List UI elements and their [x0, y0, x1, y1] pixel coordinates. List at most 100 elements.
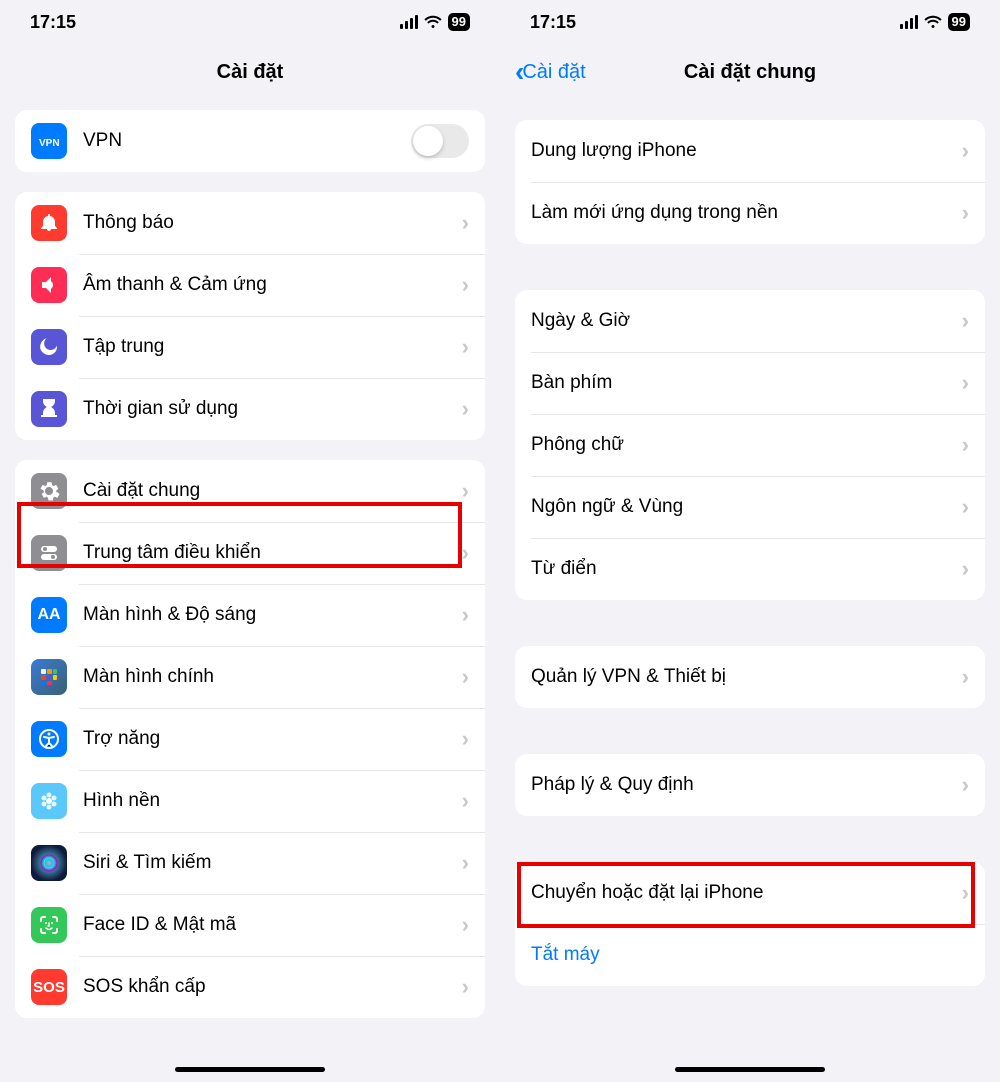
row-vpn-device[interactable]: Quản lý VPN & Thiết bị › [515, 646, 985, 708]
row-label: Ngày & Giờ [531, 310, 962, 332]
row-label: Face ID & Mật mã [83, 914, 462, 936]
row-language[interactable]: Ngôn ngữ & Vùng › [515, 476, 985, 538]
vpn-icon: VPN [31, 123, 67, 159]
row-fonts[interactable]: Phông chữ › [515, 414, 985, 476]
gear-icon [31, 473, 67, 509]
page-title: Cài đặt [217, 61, 284, 84]
chevron-right-icon: › [462, 602, 469, 628]
row-wallpaper[interactable]: Hình nền › [15, 770, 485, 832]
home-indicator[interactable] [175, 1067, 325, 1072]
chevron-right-icon: › [462, 664, 469, 690]
row-accessibility[interactable]: Trợ năng › [15, 708, 485, 770]
status-bar: 17:15 99 [500, 0, 1000, 44]
flower-icon [31, 783, 67, 819]
row-label: Siri & Tìm kiếm [83, 852, 462, 874]
chevron-right-icon: › [462, 912, 469, 938]
row-label: Từ điển [531, 558, 962, 580]
chevron-right-icon: › [962, 772, 969, 798]
status-right: 99 [400, 13, 470, 31]
row-label: Bàn phím [531, 372, 962, 394]
speaker-icon [31, 267, 67, 303]
toggles-icon [31, 535, 67, 571]
row-label: Dung lượng iPhone [531, 140, 962, 162]
faceid-icon [31, 907, 67, 943]
chevron-right-icon: › [962, 432, 969, 458]
wifi-icon [423, 15, 443, 29]
row-transfer-reset[interactable]: Chuyển hoặc đặt lại iPhone › [515, 862, 985, 924]
chevron-right-icon: › [962, 370, 969, 396]
siri-icon [31, 845, 67, 881]
row-label: Tắt máy [531, 944, 969, 966]
home-indicator[interactable] [675, 1067, 825, 1072]
sos-icon: SOS [31, 969, 67, 1005]
chevron-right-icon: › [462, 334, 469, 360]
nav-header: ‹ Cài đặt Cài đặt chung [500, 44, 1000, 100]
status-right: 99 [900, 13, 970, 31]
row-sounds[interactable]: Âm thanh & Cảm ứng › [15, 254, 485, 316]
row-label: Âm thanh & Cảm ứng [83, 274, 462, 296]
battery-badge: 99 [948, 13, 970, 31]
battery-badge: 99 [448, 13, 470, 31]
row-siri[interactable]: Siri & Tìm kiếm › [15, 832, 485, 894]
row-notifications[interactable]: Thông báo › [15, 192, 485, 254]
bell-icon [31, 205, 67, 241]
row-legal[interactable]: Pháp lý & Quy định › [515, 754, 985, 816]
chevron-right-icon: › [462, 850, 469, 876]
row-focus[interactable]: Tập trung › [15, 316, 485, 378]
row-label: Pháp lý & Quy định [531, 774, 962, 796]
row-label: Quản lý VPN & Thiết bị [531, 666, 962, 688]
moon-icon [31, 329, 67, 365]
row-shutdown[interactable]: Tắt máy [515, 924, 985, 986]
group-notifications: Thông báo › Âm thanh & Cảm ứng › Tập tru… [15, 192, 485, 440]
row-keyboard[interactable]: Bàn phím › [515, 352, 985, 414]
nav-header: Cài đặt [0, 44, 500, 100]
row-display[interactable]: AA Màn hình & Độ sáng › [15, 584, 485, 646]
vpn-toggle[interactable] [411, 124, 469, 158]
group-reset: Chuyển hoặc đặt lại iPhone › Tắt máy [515, 862, 985, 986]
screen-settings: 17:15 99 Cài đặt VPN VPN [0, 0, 500, 1082]
row-label: Trợ năng [83, 728, 462, 750]
group-datetime: Ngày & Giờ › Bàn phím › Phông chữ › Ngôn… [515, 290, 985, 600]
row-label: Làm mới ứng dụng trong nền [531, 202, 962, 224]
group-legal: Pháp lý & Quy định › [515, 754, 985, 816]
hourglass-icon [31, 391, 67, 427]
screen-general: 17:15 99 ‹ Cài đặt Cài đặt chung Dung lư… [500, 0, 1000, 1082]
app-grid-icon [31, 659, 67, 695]
row-label: Chuyển hoặc đặt lại iPhone [531, 882, 962, 904]
chevron-right-icon: › [962, 664, 969, 690]
wifi-icon [923, 15, 943, 29]
row-label: Hình nền [83, 790, 462, 812]
back-label: Cài đặt [522, 61, 585, 84]
back-button[interactable]: ‹ Cài đặt [515, 58, 586, 86]
row-screentime[interactable]: Thời gian sử dụng › [15, 378, 485, 440]
group-vpn: VPN VPN [15, 110, 485, 172]
row-label: Thời gian sử dụng [83, 398, 462, 420]
row-general[interactable]: Cài đặt chung › [15, 460, 485, 522]
status-time: 17:15 [30, 12, 76, 33]
chevron-right-icon: › [462, 974, 469, 1000]
accessibility-icon [31, 721, 67, 757]
chevron-right-icon: › [962, 200, 969, 226]
cellular-signal-icon [900, 15, 918, 29]
chevron-right-icon: › [962, 556, 969, 582]
chevron-right-icon: › [962, 308, 969, 334]
chevron-right-icon: › [462, 540, 469, 566]
row-faceid[interactable]: Face ID & Mật mã › [15, 894, 485, 956]
chevron-right-icon: › [462, 272, 469, 298]
chevron-right-icon: › [462, 396, 469, 422]
row-dictionary[interactable]: Từ điển › [515, 538, 985, 600]
row-label: Cài đặt chung [83, 480, 462, 502]
row-background-refresh[interactable]: Làm mới ứng dụng trong nền › [515, 182, 985, 244]
row-vpn[interactable]: VPN VPN [15, 110, 485, 172]
row-date-time[interactable]: Ngày & Giờ › [515, 290, 985, 352]
row-home-screen[interactable]: Màn hình chính › [15, 646, 485, 708]
row-control-center[interactable]: Trung tâm điều khiển › [15, 522, 485, 584]
row-storage[interactable]: Dung lượng iPhone › [515, 120, 985, 182]
status-time: 17:15 [530, 12, 576, 33]
cellular-signal-icon [400, 15, 418, 29]
row-label: Màn hình & Độ sáng [83, 604, 462, 626]
page-title: Cài đặt chung [684, 61, 816, 84]
row-label: SOS khẩn cấp [83, 976, 462, 998]
row-sos[interactable]: SOS SOS khẩn cấp › [15, 956, 485, 1018]
group-general: Cài đặt chung › Trung tâm điều khiển › A… [15, 460, 485, 1018]
